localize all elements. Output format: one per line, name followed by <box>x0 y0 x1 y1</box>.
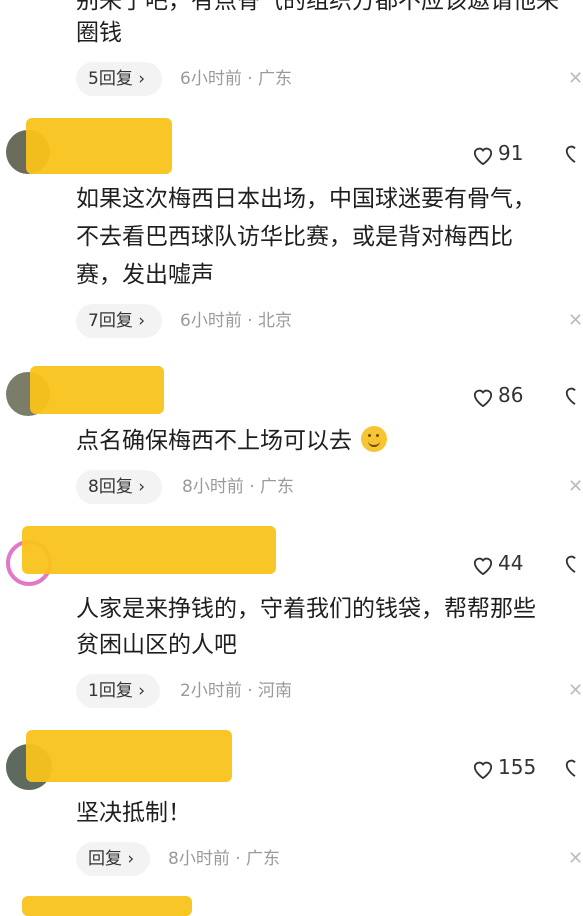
comment-text-line: 别来了吧，有点骨气的组织方都不应该邀请他来 <box>76 0 559 14</box>
comment-text-line: 如果这次梅西日本出场，中国球迷要有骨气， <box>76 186 536 212</box>
comment-meta: 6小时前 · 广东 <box>180 69 293 89</box>
comment-text-line: 点名确保梅西不上场可以去 <box>76 422 388 460</box>
broken-heart-icon[interactable] <box>564 552 583 574</box>
comment-text-line: 圈钱 <box>76 20 122 46</box>
username-redaction <box>22 896 192 916</box>
like-button[interactable]: 86 <box>472 380 576 410</box>
username-redaction <box>26 118 172 174</box>
comment-text-line: 坚决抵制！ <box>76 800 191 826</box>
heart-icon <box>473 761 493 779</box>
chevron-right-icon: › <box>127 849 135 869</box>
comment-meta: 6小时前 · 北京 <box>180 311 293 331</box>
like-button[interactable]: 91 <box>472 138 576 168</box>
close-icon[interactable]: ✕ <box>568 304 583 338</box>
reply-count-button[interactable]: 7回复 › <box>76 304 162 338</box>
reply-count-button[interactable]: 5回复 › <box>76 62 162 96</box>
broken-heart-icon[interactable] <box>564 142 583 164</box>
close-icon[interactable]: ✕ <box>568 62 583 96</box>
reply-count-button[interactable]: 8回复 › <box>76 470 162 504</box>
comment-text-line: 贫困山区的人吧 <box>76 632 237 658</box>
heart-icon <box>473 147 493 165</box>
username-redaction <box>30 366 164 414</box>
comment-text-line: 赛，发出嘘声 <box>76 262 214 288</box>
comment-meta: 8小时前 · 广东 <box>168 849 281 869</box>
like-count: 155 <box>498 755 537 779</box>
reply-button[interactable]: 回复 › <box>76 842 150 876</box>
comment-text: 点名确保梅西不上场可以去 <box>76 428 352 454</box>
reply-label: 回复 <box>88 849 122 869</box>
comment-meta: 2小时前 · 河南 <box>180 681 293 701</box>
smile-emoji-icon <box>361 426 388 452</box>
username-redaction <box>22 526 276 574</box>
reply-label: 5回复 <box>88 69 133 89</box>
reply-label: 7回复 <box>88 311 133 331</box>
reply-label: 8回复 <box>88 477 133 497</box>
chevron-right-icon: › <box>138 477 146 497</box>
chevron-right-icon: › <box>138 311 146 331</box>
like-count: 44 <box>498 551 524 575</box>
like-button[interactable]: 155 <box>472 752 576 782</box>
broken-heart-icon[interactable] <box>564 756 583 778</box>
chevron-right-icon: › <box>138 681 146 701</box>
heart-icon <box>473 557 493 575</box>
heart-icon <box>473 389 493 407</box>
close-icon[interactable]: ✕ <box>568 842 583 876</box>
reply-count-button[interactable]: 1回复 › <box>76 674 160 708</box>
chevron-right-icon: › <box>138 69 146 89</box>
like-count: 91 <box>498 141 524 165</box>
comment-text-line: 人家是来挣钱的，守着我们的钱袋，帮帮那些 <box>76 596 536 622</box>
reply-label: 1回复 <box>88 681 133 701</box>
close-icon[interactable]: ✕ <box>568 470 583 504</box>
broken-heart-icon[interactable] <box>564 384 583 406</box>
like-count: 86 <box>498 383 524 407</box>
comment-text-line: 不去看巴西球队访华比赛，或是背对梅西比 <box>76 224 513 250</box>
like-button[interactable]: 44 <box>472 548 576 578</box>
comment-meta: 8小时前 · 广东 <box>182 477 295 497</box>
close-icon[interactable]: ✕ <box>568 674 583 708</box>
username-redaction <box>26 730 232 782</box>
